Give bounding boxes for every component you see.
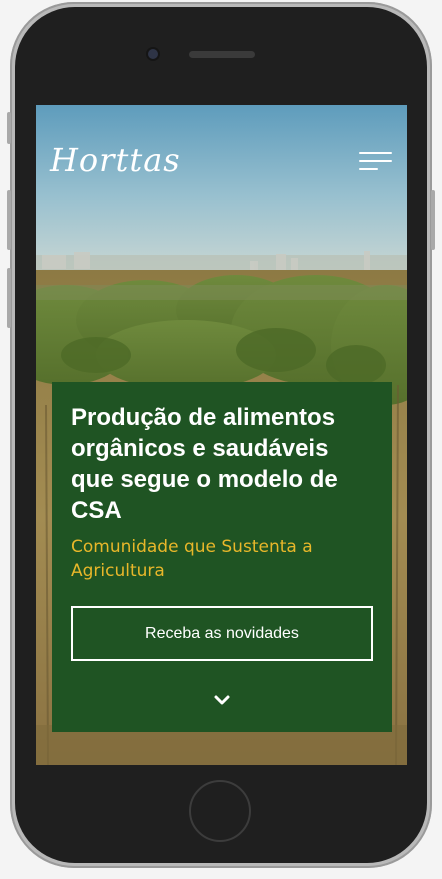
earpiece-speaker bbox=[189, 51, 255, 58]
volume-down-button bbox=[7, 268, 11, 328]
chevron-down-icon[interactable] bbox=[210, 688, 234, 712]
subscribe-button[interactable]: Receba as novidades bbox=[71, 606, 373, 661]
hero-card: Produção de alimentos orgânicos e saudáv… bbox=[52, 382, 392, 732]
hero-subtitle: Comunidade que Sustenta a Agricultura bbox=[71, 537, 313, 581]
power-button bbox=[431, 190, 435, 250]
mute-switch bbox=[7, 112, 11, 144]
volume-up-button bbox=[7, 190, 11, 250]
screen: Horttas Produção de alimentos orgânicos … bbox=[36, 105, 407, 765]
home-button bbox=[189, 780, 251, 842]
site-header: Horttas bbox=[36, 105, 407, 215]
hero-headline: Produção de alimentos orgânicos e saudáv… bbox=[71, 404, 338, 524]
hamburger-menu-icon[interactable] bbox=[359, 150, 393, 172]
logo[interactable]: Horttas bbox=[50, 141, 181, 179]
front-camera bbox=[148, 49, 158, 59]
